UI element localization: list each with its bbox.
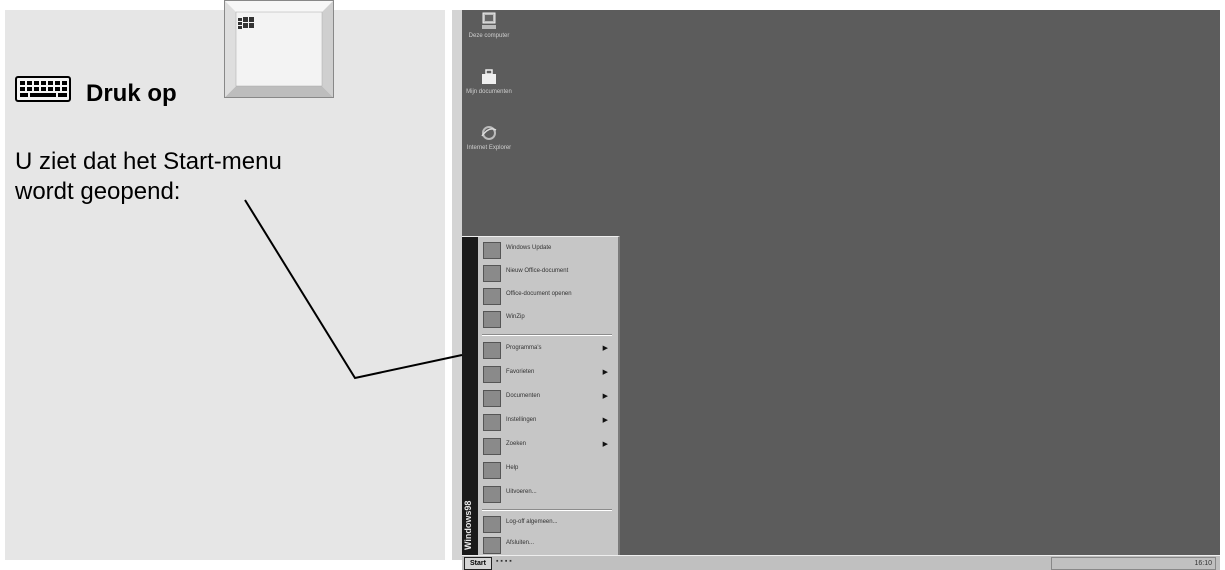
run-icon bbox=[483, 486, 501, 503]
menu-item-favorites[interactable]: Favorieten ▶ bbox=[480, 363, 614, 385]
desktop-icon-label: Mijn documenten bbox=[466, 89, 512, 95]
favorites-icon bbox=[483, 366, 501, 383]
instruction-line-1: U ziet dat het Start-menu bbox=[15, 148, 282, 175]
menu-item-label: Favorieten bbox=[506, 369, 535, 375]
internet-explorer-icon bbox=[479, 124, 499, 142]
instruction-text: U ziet dat het Start-menu wordt geopend: bbox=[15, 147, 415, 207]
desktop-icon-label: Deze computer bbox=[468, 33, 510, 39]
desktop-icon-label: Internet Explorer bbox=[466, 145, 512, 151]
system-tray: 16:10 bbox=[1051, 557, 1216, 570]
menu-item-label: Nieuw Office-document bbox=[506, 268, 569, 274]
desktop-icon-my-computer[interactable]: Deze computer bbox=[454, 12, 524, 39]
programs-icon bbox=[483, 342, 501, 359]
new-office-document-icon bbox=[483, 265, 501, 282]
taskbar: Start ▪ ▪ ▪ ▪ 16:10 bbox=[462, 555, 1220, 570]
menu-item-new-office-document[interactable]: Nieuw Office-document bbox=[480, 262, 614, 284]
menu-item-programs[interactable]: Programma's ▶ bbox=[480, 339, 614, 361]
menu-item-label: Office-document openen bbox=[506, 291, 572, 297]
winzip-icon bbox=[483, 311, 501, 328]
computer-icon bbox=[479, 12, 499, 30]
menu-item-help[interactable]: Help bbox=[480, 459, 614, 481]
menu-item-windows-update[interactable]: Windows Update bbox=[480, 239, 614, 261]
menu-item-label: Afsluiten... bbox=[506, 540, 535, 546]
submenu-arrow-icon: ▶ bbox=[602, 417, 608, 424]
menu-item-label: Uitvoeren... bbox=[506, 489, 537, 495]
start-menu-side-text: Windows98 bbox=[463, 500, 473, 550]
menu-item-shutdown[interactable]: Afsluiten... bbox=[480, 534, 614, 556]
settings-icon bbox=[483, 414, 501, 431]
help-icon bbox=[483, 462, 501, 479]
menu-item-label: Log-off algemeen... bbox=[506, 519, 558, 525]
submenu-arrow-icon: ▶ bbox=[602, 441, 608, 448]
open-office-document-icon bbox=[483, 288, 501, 305]
menu-item-search[interactable]: Zoeken ▶ bbox=[480, 435, 614, 457]
start-menu-side-band: Windows98 bbox=[462, 237, 478, 555]
windows-key-icon bbox=[224, 0, 334, 98]
desktop-icon-my-documents[interactable]: Mijn documenten bbox=[454, 68, 524, 95]
menu-item-logoff[interactable]: Log-off algemeen... bbox=[480, 513, 614, 535]
menu-item-winzip[interactable]: WinZip bbox=[480, 308, 614, 330]
start-button[interactable]: Start bbox=[464, 557, 492, 570]
menu-item-label: WinZip bbox=[506, 314, 525, 320]
desktop-icon-internet-explorer[interactable]: Internet Explorer bbox=[454, 124, 524, 151]
logoff-icon bbox=[483, 516, 501, 533]
menu-item-label: Windows Update bbox=[506, 245, 552, 251]
submenu-arrow-icon: ▶ bbox=[602, 393, 608, 400]
menu-item-label: Instellingen bbox=[506, 417, 537, 423]
menu-item-label: Help bbox=[506, 465, 519, 471]
search-icon bbox=[483, 438, 501, 455]
submenu-arrow-icon: ▶ bbox=[602, 369, 608, 376]
menu-item-label: Documenten bbox=[506, 393, 541, 399]
windows-update-icon bbox=[483, 242, 501, 259]
press-instruction: Druk op bbox=[86, 80, 177, 107]
menu-item-run[interactable]: Uitvoeren... bbox=[480, 483, 614, 505]
menu-item-label: Zoeken bbox=[506, 441, 527, 447]
menu-separator bbox=[482, 334, 612, 336]
shutdown-icon bbox=[483, 537, 501, 554]
briefcase-icon bbox=[479, 68, 499, 86]
clock: 16:10 bbox=[1194, 560, 1212, 567]
menu-item-settings[interactable]: Instellingen ▶ bbox=[480, 411, 614, 433]
menu-separator bbox=[482, 509, 612, 511]
menu-item-documents[interactable]: Documenten ▶ bbox=[480, 387, 614, 409]
documents-icon bbox=[483, 390, 501, 407]
instruction-line-2: wordt geopend: bbox=[15, 178, 181, 205]
panel-gap bbox=[445, 10, 452, 560]
keyboard-icon bbox=[15, 76, 71, 102]
start-menu: Windows98 Windows Update Nieuw Office-do… bbox=[462, 236, 620, 555]
quick-launch-icons[interactable]: ▪ ▪ ▪ ▪ bbox=[496, 558, 512, 565]
menu-item-open-office-document[interactable]: Office-document openen bbox=[480, 285, 614, 307]
menu-item-label: Programma's bbox=[506, 345, 542, 351]
submenu-arrow-icon: ▶ bbox=[602, 345, 608, 352]
